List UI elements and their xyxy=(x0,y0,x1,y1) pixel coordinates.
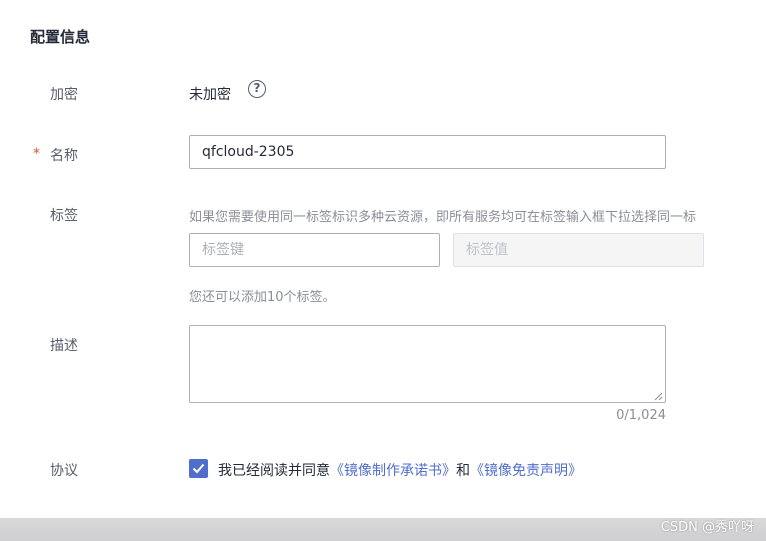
watermark: CSDN @秀吖呀 xyxy=(660,520,754,535)
agreement-checkbox[interactable] xyxy=(189,459,208,478)
required-mark: * xyxy=(33,146,40,162)
tags-hint: 如果您需要使用同一标签标识多种云资源，即所有服务均可在标签输入框下拉选择同一标 xyxy=(189,210,697,225)
tag-value-input[interactable] xyxy=(453,233,704,267)
bottom-bar xyxy=(0,518,766,541)
encryption-value: 未加密 xyxy=(189,87,231,103)
image-commitment-link[interactable]: 《镜像制作承诺书》 xyxy=(330,463,456,479)
section-title: 配置信息 xyxy=(30,28,91,46)
help-icon[interactable]: ? xyxy=(248,80,266,98)
encryption-label: 加密 xyxy=(50,87,78,103)
name-label: 名称 xyxy=(50,148,78,164)
agreement-text-before: 我已经阅读并同意 xyxy=(218,463,330,479)
description-textarea[interactable] xyxy=(189,325,666,403)
tag-key-input[interactable] xyxy=(189,233,440,267)
tags-label: 标签 xyxy=(50,208,78,224)
description-label: 描述 xyxy=(50,338,78,354)
image-config-form: 配置信息 加密 未加密 ? * 名称 标签 如果您需要使用同一标签标识多种云资源… xyxy=(0,0,766,541)
checkmark-icon xyxy=(192,463,205,474)
agreement-label: 协议 xyxy=(50,463,78,479)
name-input[interactable] xyxy=(189,135,666,169)
tags-remaining-hint: 您还可以添加10个标签。 xyxy=(189,290,336,305)
description-char-counter: 0/1,024 xyxy=(616,408,666,423)
image-disclaimer-link[interactable]: 《镜像免责声明》 xyxy=(470,463,582,479)
resize-grip-icon[interactable] xyxy=(654,392,663,401)
agreement-text-and: 和 xyxy=(456,463,470,479)
agreement-text: 我已经阅读并同意《镜像制作承诺书》和《镜像免责声明》 xyxy=(218,460,582,480)
